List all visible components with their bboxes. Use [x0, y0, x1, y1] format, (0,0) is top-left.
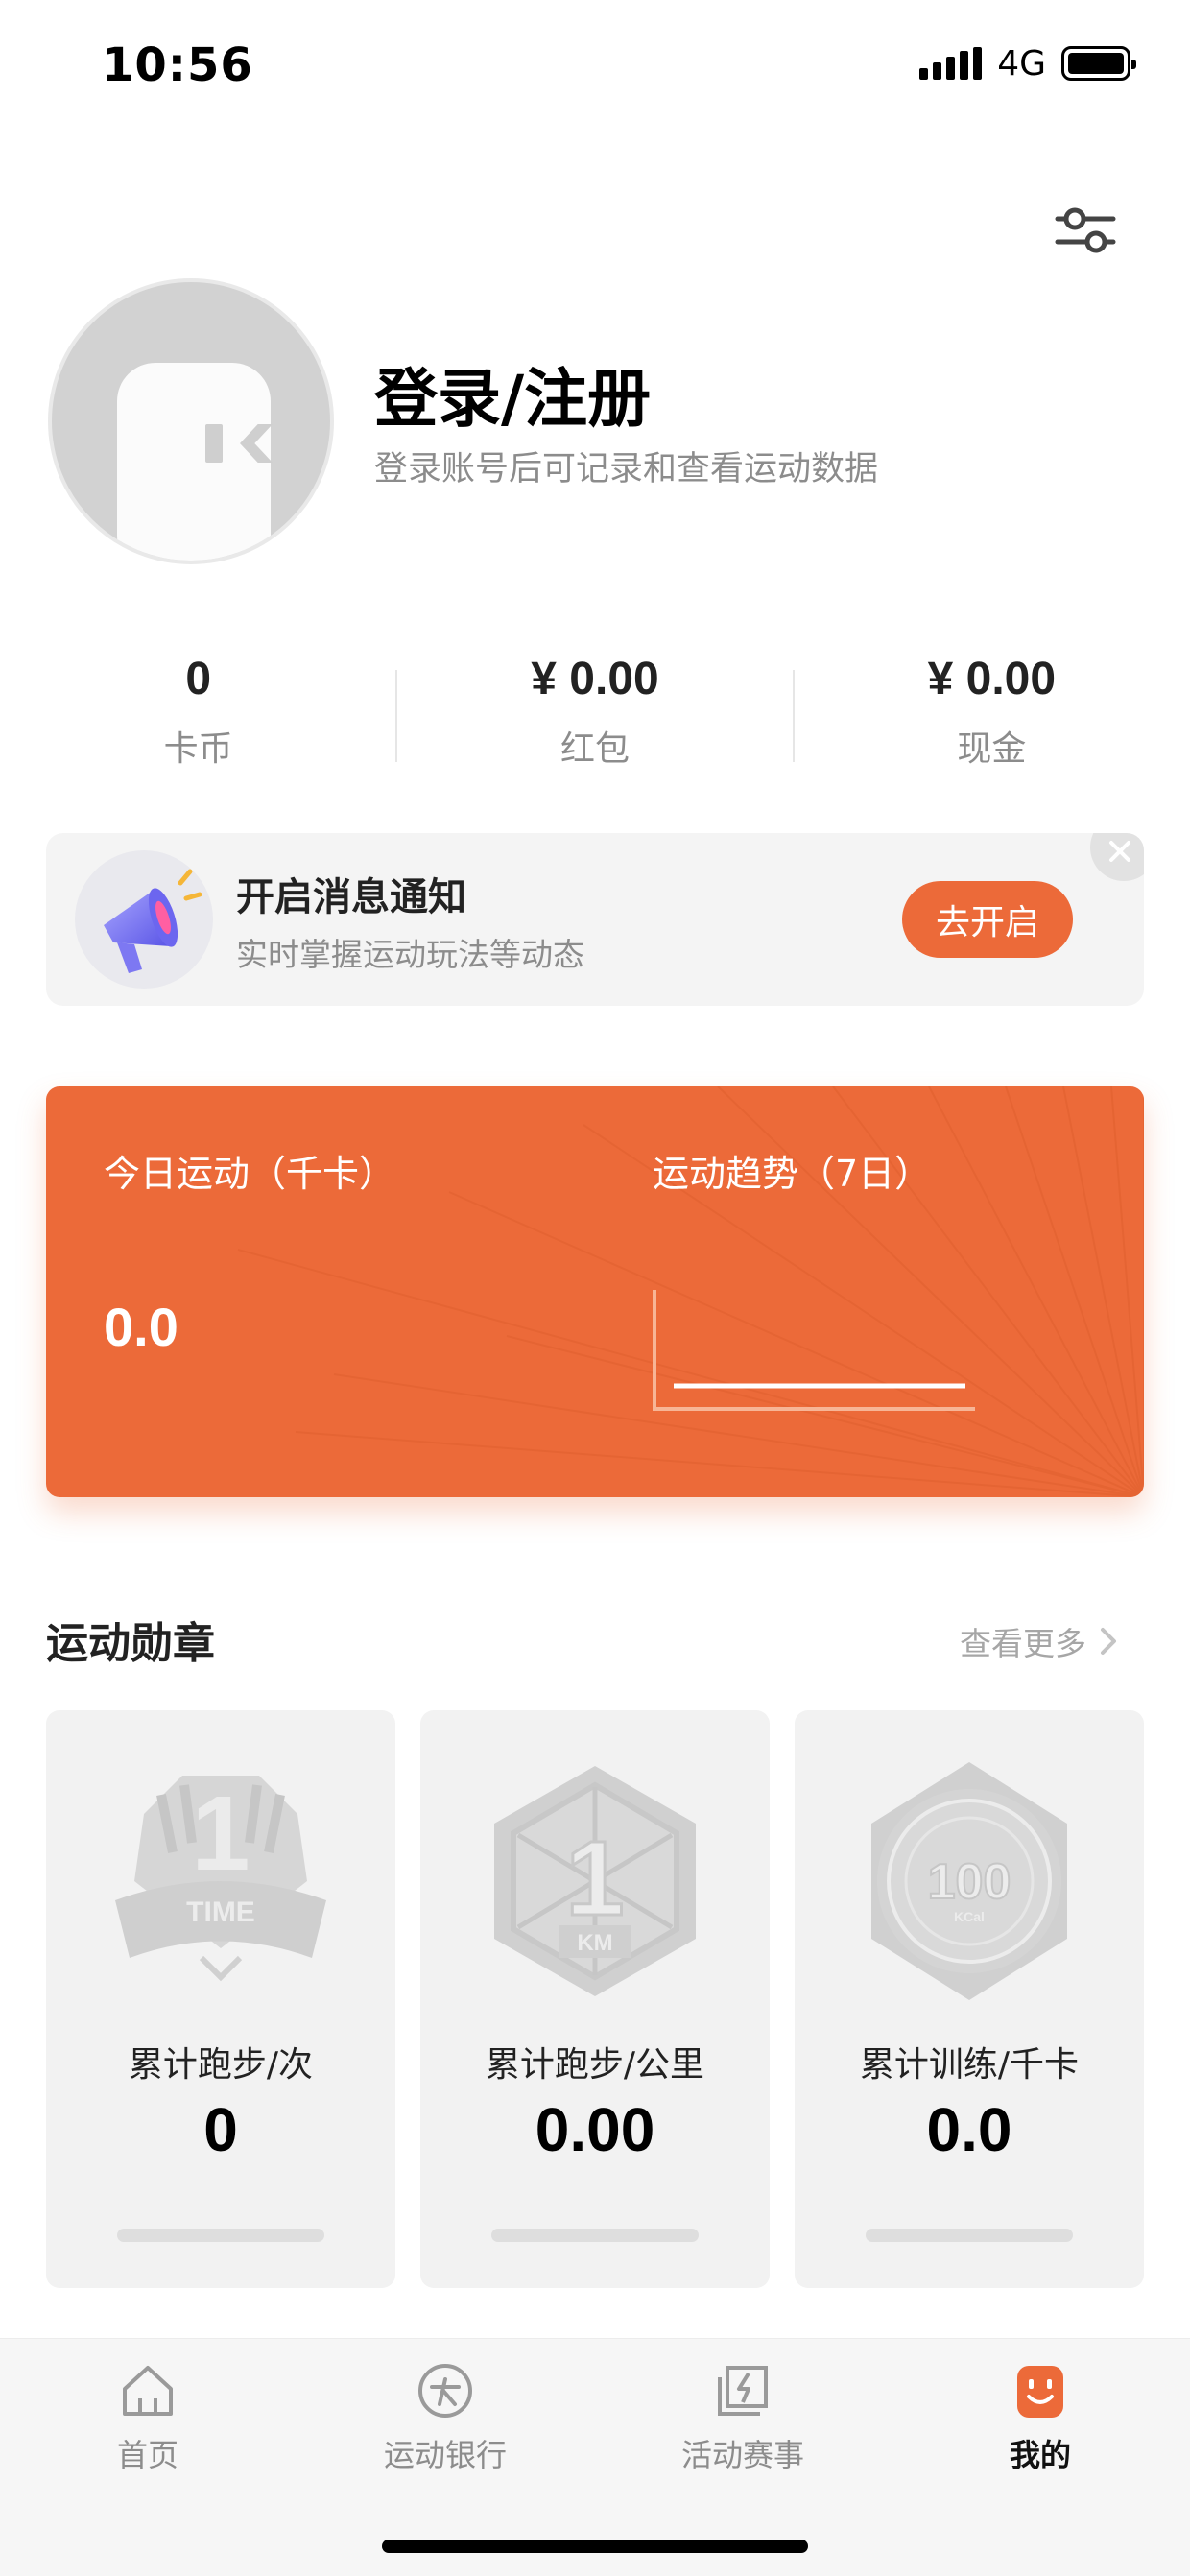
close-icon[interactable] [1090, 833, 1144, 881]
tab-events[interactable]: 活动赛事 [647, 2362, 839, 2475]
medal-value: 0 [203, 2095, 238, 2164]
medal-progress-bar [866, 2229, 1073, 2242]
divider [793, 670, 795, 762]
trend-label: 运动趋势（7日） [653, 1153, 932, 1195]
svg-text:100: 100 [928, 1854, 1012, 1910]
login-register-link[interactable]: 登录/注册 [374, 347, 651, 440]
stat-value: ¥ 0.00 [531, 654, 659, 704]
stat-value: ¥ 0.00 [927, 654, 1057, 704]
stat-cash[interactable]: ¥ 0.00 现金 [794, 653, 1190, 769]
svg-text:1: 1 [191, 1775, 250, 1893]
stat-label: 现金 [957, 729, 1027, 769]
megaphone-icon [75, 850, 213, 989]
activity-card[interactable]: 今日运动（千卡） 0.0 运动趋势（7日） [46, 1086, 1144, 1497]
chevron-right-icon [1101, 1628, 1116, 1655]
notification-banner: 开启消息通知 实时掌握运动玩法等动态 去开启 [46, 833, 1144, 1006]
event-icon [718, 2366, 768, 2416]
stat-coins[interactable]: 0 卡币 [0, 653, 396, 769]
stat-red-packet[interactable]: ¥ 0.00 红包 [396, 653, 793, 769]
stat-value: 0 [185, 654, 212, 704]
today-exercise-value: 0.0 [104, 1297, 178, 1357]
medals-title: 运动勋章 [46, 1619, 215, 1668]
tab-label: 运动银行 [383, 2437, 507, 2473]
status-indicators: 4G [919, 42, 1136, 84]
stat-label: 卡币 [163, 729, 233, 769]
medal-card-run-count[interactable]: 1 TIME 累计跑步/次 0 [46, 1710, 395, 2288]
medal-name: 累计跑步/次 [128, 2045, 314, 2085]
see-more-link[interactable]: 查看更多 [960, 1618, 1117, 1664]
tab-label: 活动赛事 [680, 2437, 804, 2473]
tab-home[interactable]: 首页 [52, 2362, 244, 2475]
status-time: 10:56 [102, 38, 253, 92]
notification-subtitle: 实时掌握运动玩法等动态 [236, 936, 584, 973]
see-more-label: 查看更多 [960, 1625, 1086, 1662]
default-avatar-icon [117, 363, 273, 561]
divider [395, 670, 397, 762]
trend-axis [653, 1290, 975, 1411]
home-icon [123, 2366, 173, 2416]
mine-icon [1017, 2366, 1063, 2418]
enable-notification-button[interactable]: 去开启 [902, 881, 1073, 958]
battery-icon [1061, 46, 1136, 81]
tab-label: 我的 [1009, 2437, 1071, 2473]
network-type: 4G [997, 43, 1046, 83]
signal-icon [919, 47, 983, 80]
today-exercise-label: 今日运动（千卡） [104, 1153, 396, 1195]
medal-value: 0.00 [535, 2095, 655, 2164]
medal-card-training-kcal[interactable]: 100 KCal 累计训练/千卡 0.0 [795, 1710, 1144, 2288]
sport-bank-icon [418, 2364, 472, 2418]
tab-sport-bank[interactable]: 运动银行 [349, 2362, 541, 2475]
notification-title: 开启消息通知 [236, 875, 466, 919]
svg-text:1: 1 [565, 1820, 624, 1938]
tab-label: 首页 [116, 2437, 178, 2473]
wallet-stats: 0 卡币 ¥ 0.00 红包 ¥ 0.00 现金 [0, 653, 1190, 769]
medal-name: 累计训练/千卡 [859, 2045, 1080, 2085]
trend-chart [653, 1290, 975, 1411]
medal-name: 累计跑步/公里 [485, 2045, 705, 2085]
sliders-icon[interactable] [1052, 202, 1119, 259]
home-indicator [382, 2540, 808, 2553]
medal-progress-bar [117, 2229, 324, 2242]
stat-label: 红包 [559, 729, 630, 769]
login-hint: 登录账号后可记录和查看运动数据 [374, 450, 879, 489]
medal-card-run-km[interactable]: 1 KM 累计跑步/公里 0.00 [420, 1710, 770, 2288]
run-km-badge-icon: 1 KM [494, 1766, 696, 1996]
svg-text:KCal: KCal [954, 1909, 985, 1924]
run-count-badge-icon: 1 TIME [115, 1775, 326, 1982]
tab-mine[interactable]: 我的 [944, 2362, 1136, 2475]
medal-progress-bar [491, 2229, 699, 2242]
svg-text:TIME: TIME [186, 1896, 255, 1928]
svg-text:KM: KM [577, 1930, 612, 1956]
medal-value: 0.0 [926, 2095, 1012, 2164]
avatar[interactable] [48, 278, 334, 564]
training-kcal-badge-icon: 100 KCal [871, 1762, 1067, 2000]
